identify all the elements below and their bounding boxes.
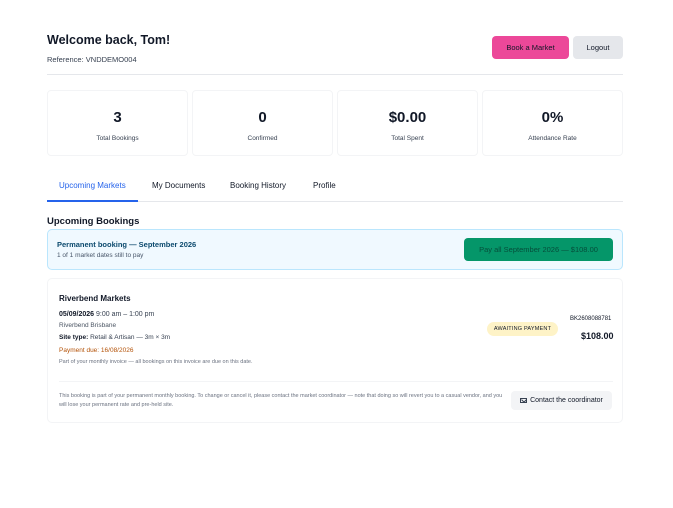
pay-all-button[interactable]: Pay all September 2026 — $108.00 [464,238,613,261]
booking-amount: $108.00 [581,331,614,341]
permanent-booking-subtitle: 1 of 1 market dates still to pay [57,252,144,259]
stat-label: Attendance Rate [528,135,577,142]
tab-my-documents[interactable]: My Documents [152,181,205,190]
section-title: Upcoming Bookings [47,216,140,227]
invoice-note: Part of your monthly invoice — all booki… [59,359,253,365]
stat-value: 3 [113,109,122,126]
stat-total-bookings: 3 Total Bookings [47,90,188,156]
vendor-reference: Reference: VNDDEMO004 [47,55,137,64]
dashboard-header: Welcome back, Tom! Reference: VNDDEMO004… [47,33,623,75]
card-divider [59,381,613,382]
site-type-value: Retail & Artisan — 3m × 3m [90,334,171,341]
stat-label: Total Spent [391,135,424,142]
welcome-heading: Welcome back, Tom! [47,33,171,47]
stat-total-spent: $0.00 Total Spent [337,90,478,156]
permanent-booking-note: This booking is part of your permanent m… [59,393,503,408]
stat-value: 0 [258,109,267,126]
site-type-row: Site type: Retail & Artisan — 3m × 3m [59,334,170,341]
permanent-booking-title: Permanent booking — September 2026 [57,240,197,249]
status-badge: AWAITING PAYMENT [487,322,558,336]
booking-datetime: 05/09/2026 9:00 am – 1:00 pm [59,311,154,318]
market-name: Riverbend Markets [59,294,131,303]
booking-card: Riverbend Markets 05/09/2026 9:00 am – 1… [47,278,623,423]
booking-time: 9:00 am – 1:00 pm [96,311,155,318]
payment-due: Payment due: 16/08/2026 [59,347,134,354]
stat-attendance-rate: 0% Attendance Rate [482,90,623,156]
stat-confirmed: 0 Confirmed [192,90,333,156]
site-type-label: Site type: [59,334,89,341]
stat-label: Total Bookings [96,135,139,142]
stat-value: 0% [541,109,564,126]
booking-location: Riverbend Brisbane [59,322,117,329]
mail-icon [520,398,528,403]
active-tab-indicator [47,200,138,202]
contact-coordinator-label: Contact the coordinator [530,397,603,404]
logout-button[interactable]: Logout [573,36,623,59]
tab-booking-history[interactable]: Booking History [230,181,286,190]
stats-row: 3 Total Bookings 0 Confirmed $0.00 Total… [47,90,623,156]
contact-coordinator-button[interactable]: Contact the coordinator [511,391,612,410]
booking-reference: BK2608088781 [570,316,612,322]
tab-upcoming-markets[interactable]: Upcoming Markets [59,181,126,190]
permanent-booking-banner: Permanent booking — September 2026 1 of … [47,229,623,270]
stat-label: Confirmed [247,135,278,142]
stat-value: $0.00 [388,109,427,126]
book-market-button[interactable]: Book a Market [492,36,569,59]
dashboard-tabs: Upcoming Markets My Documents Booking Hi… [47,174,623,202]
tab-profile[interactable]: Profile [313,181,336,190]
booking-date: 05/09/2026 [59,311,95,318]
